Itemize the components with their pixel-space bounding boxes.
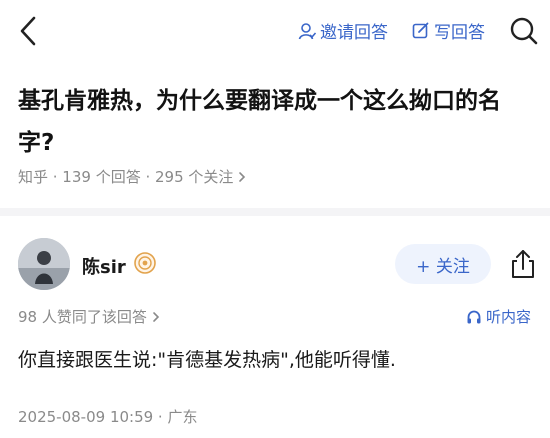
section-divider [0, 208, 550, 216]
badge-icon [134, 252, 156, 274]
invite-answer-button[interactable]: 邀请回答 [298, 18, 388, 43]
author-name[interactable]: 陈sir [82, 253, 126, 279]
chevron-right-icon [239, 171, 246, 182]
write-answer-label: 写回答 [434, 23, 485, 43]
answer-likes[interactable]: 98 人赞同了该回答 [18, 306, 162, 327]
follow-button[interactable]: + 关注 [395, 244, 491, 284]
search-button[interactable] [508, 15, 540, 47]
chevron-right-icon [153, 311, 159, 322]
question-meta-text: 知乎 · 139 个回答 · 295 个关注 [18, 168, 234, 186]
listen-button[interactable]: 听内容 [466, 306, 531, 327]
invite-user-icon [298, 22, 316, 39]
answer-likes-text: 98 人赞同了该回答 [18, 308, 147, 326]
author-badge [134, 252, 156, 274]
invite-answer-label: 邀请回答 [320, 23, 388, 43]
headphones-icon [467, 310, 481, 323]
answer-content[interactable]: 你直接跟医生说:"肯德基发热病",他能听得懂. [18, 345, 396, 372]
question-meta[interactable]: 知乎 · 139 个回答 · 295 个关注 [18, 166, 248, 187]
share-button[interactable] [508, 248, 538, 280]
edit-icon [412, 22, 429, 38]
avatar[interactable] [18, 238, 70, 290]
avatar-image [18, 238, 70, 290]
top-bar: 邀请回答 写回答 [0, 0, 550, 64]
answer-timestamp: 2025-08-09 10:59 · 广东 [18, 408, 198, 426]
share-icon [512, 250, 534, 278]
write-answer-button[interactable]: 写回答 [412, 18, 485, 43]
back-button[interactable] [14, 14, 44, 48]
question-title[interactable]: 基孔肯雅热，为什么要翻译成一个这么拗口的名字? [18, 80, 534, 164]
back-icon [20, 16, 36, 46]
listen-label: 听内容 [486, 308, 532, 326]
search-icon [510, 17, 538, 45]
